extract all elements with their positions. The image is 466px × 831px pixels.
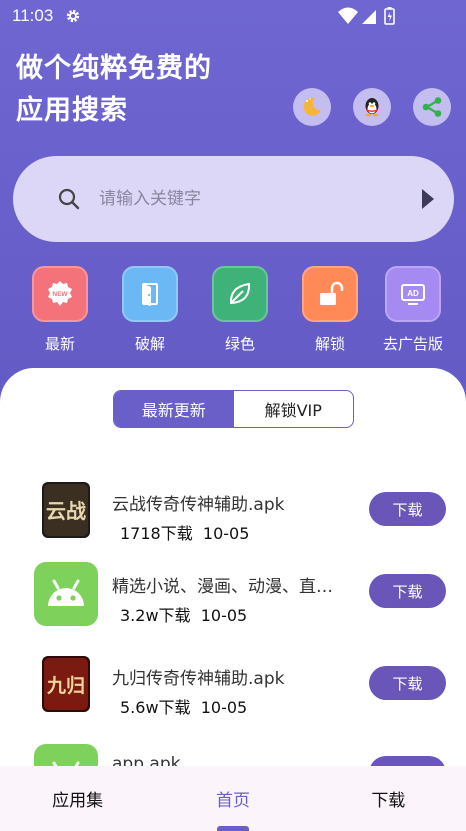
share-button[interactable] <box>413 88 451 126</box>
app-meta: 5.6w下载 10-05 <box>120 694 247 718</box>
page-title: 做个纯粹免费的 应用搜索 <box>16 48 212 132</box>
unlock-tile[interactable] <box>302 266 358 322</box>
signal-icon <box>362 10 376 24</box>
app-list-item[interactable]: 云战 云战传奇传神辅助.apk 1718下载 10-05 下载 <box>0 480 466 560</box>
quick-action-unlock[interactable]: 解锁 <box>295 266 365 354</box>
quick-action-label: 破解 <box>134 335 165 353</box>
thumb-text: 九归 <box>46 674 85 697</box>
download-count: 5.6w下载 <box>120 698 191 717</box>
app-date: 10-05 <box>200 698 248 717</box>
quick-action-newest[interactable]: NEW 最新 <box>25 266 95 354</box>
moon-icon <box>303 97 321 116</box>
theme-toggle-button[interactable] <box>293 88 331 126</box>
quick-action-cracked[interactable]: 破解 <box>115 266 185 354</box>
unlock-icon <box>320 281 344 305</box>
new-badge-icon: NEW <box>48 281 72 306</box>
download-count: 1718下载 <box>120 524 193 543</box>
quick-action-label: 绿色 <box>224 335 255 353</box>
tab-latest-updates[interactable]: 最新更新 <box>114 391 234 427</box>
qq-button[interactable] <box>353 88 391 126</box>
app-meta: 3.2w下载 10-05 <box>120 602 247 626</box>
quick-action-label: 最新 <box>44 335 75 353</box>
settings-gear-icon <box>66 9 80 23</box>
green-tile[interactable] <box>212 266 268 322</box>
thumb-text: 云战 <box>46 499 86 523</box>
app-date: 10-05 <box>202 524 250 543</box>
leaf-icon <box>229 282 251 305</box>
tab-downloads[interactable]: 下载 <box>311 766 466 831</box>
door-icon <box>142 283 158 306</box>
cracked-tile[interactable] <box>122 266 178 322</box>
share-icon <box>422 97 442 117</box>
search-input[interactable] <box>99 184 379 214</box>
ad-screen-icon: AD <box>401 284 425 305</box>
tab-label: 首页 <box>215 791 250 811</box>
app-name: 云战传奇传神辅助.apk <box>112 495 285 515</box>
quick-action-label: 去广告版 <box>382 335 443 353</box>
download-button[interactable]: 下载 <box>369 666 446 700</box>
app-list-item[interactable]: 精选小说、漫画、动漫、直播.apk 3.2w下载 10-05 下载 <box>0 562 466 642</box>
bottom-navigation: 应用集 首页 下载 <box>0 766 466 831</box>
title-line-1: 做个纯粹免费的 <box>16 53 212 84</box>
tab-app-collection[interactable]: 应用集 <box>0 766 155 831</box>
app-name: 精选小说、漫画、动漫、直播.apk <box>112 577 348 597</box>
app-meta: 1718下载 10-05 <box>120 520 249 544</box>
active-tab-indicator <box>216 826 249 831</box>
wifi-icon <box>338 7 358 24</box>
android-icon <box>34 562 98 626</box>
app-list-item[interactable]: 九归 九归传奇传神辅助.apk 5.6w下载 10-05 下载 <box>0 654 466 734</box>
content-panel: 最新更新 解锁VIP 云战 云战传奇传神辅助.apk 1718下载 10-05 … <box>0 368 466 831</box>
status-icons <box>338 7 395 25</box>
newest-tile[interactable]: NEW <box>32 266 88 322</box>
tab-label: 下载 <box>371 791 406 811</box>
app-name: 九归传奇传神辅助.apk <box>112 669 285 689</box>
download-button[interactable]: 下载 <box>369 574 446 608</box>
download-button[interactable]: 下载 <box>369 492 446 526</box>
ad-free-tile[interactable]: AD <box>385 266 441 322</box>
download-count: 3.2w下载 <box>120 606 191 625</box>
qq-penguin-icon <box>365 98 379 117</box>
battery-icon <box>384 7 395 25</box>
tab-home[interactable]: 首页 <box>155 766 310 831</box>
app-date: 10-05 <box>200 606 248 625</box>
segment-control: 最新更新 解锁VIP <box>113 390 354 428</box>
jiugui-game-icon: 九归 <box>34 654 98 718</box>
status-time: 11:03 <box>12 6 54 25</box>
quick-action-label: 解锁 <box>314 335 345 353</box>
new-badge-text: NEW <box>52 291 68 298</box>
search-bar[interactable] <box>13 156 454 242</box>
status-bar: 11:03 <box>0 0 466 32</box>
yunzhan-game-icon: 云战 <box>34 480 98 544</box>
ad-badge-text: AD <box>407 289 419 298</box>
tab-unlock-vip[interactable]: 解锁VIP <box>234 391 354 427</box>
search-submit-arrow-icon[interactable] <box>421 188 435 210</box>
title-line-2: 应用搜索 <box>16 95 128 126</box>
search-icon <box>58 188 80 210</box>
quick-action-ad-free[interactable]: AD 去广告版 <box>378 266 448 354</box>
quick-action-green[interactable]: 绿色 <box>205 266 275 354</box>
tab-label: 应用集 <box>52 791 104 811</box>
